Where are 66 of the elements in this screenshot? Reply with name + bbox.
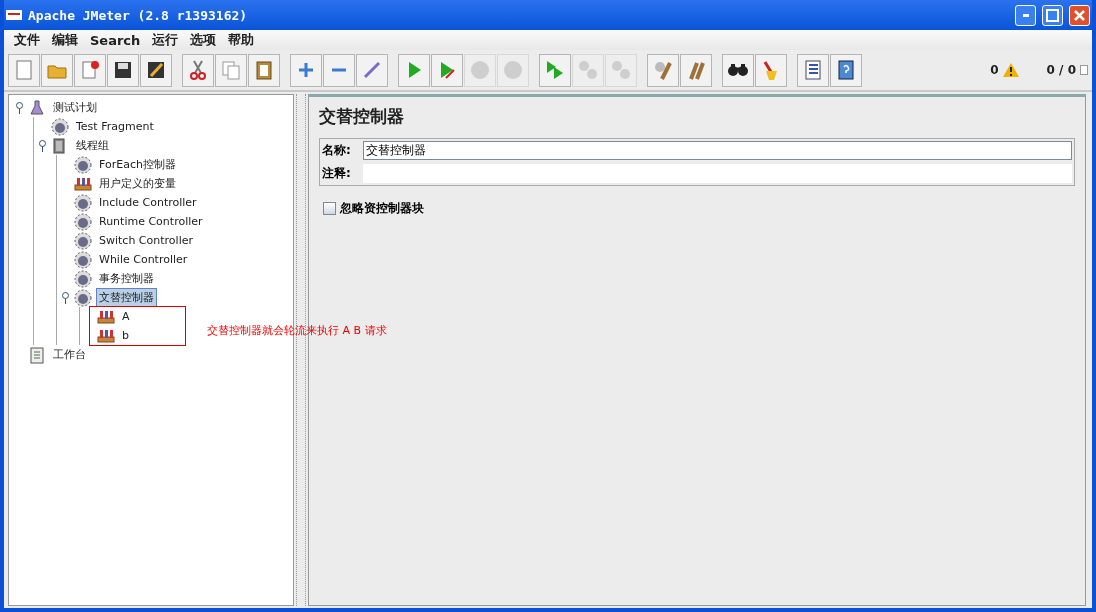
- menu-item[interactable]: 选项: [184, 31, 223, 49]
- maximize-button[interactable]: [1042, 4, 1063, 26]
- status-indicator-icon: [1080, 65, 1088, 75]
- tree-item[interactable]: Include Controller: [96, 194, 200, 211]
- flask-icon: [28, 98, 46, 117]
- tree-item[interactable]: 用户定义的变量: [96, 174, 179, 193]
- gear-icon: [74, 269, 92, 288]
- toolbar-button[interactable]: [107, 53, 139, 87]
- copy-icon: [220, 59, 242, 81]
- gear-icon: [74, 250, 92, 269]
- tree-item[interactable]: 测试计划: [50, 98, 100, 117]
- tree-item[interactable]: 线程组: [73, 136, 112, 155]
- toolbar-button[interactable]: [797, 53, 829, 87]
- toolbar-button[interactable]: [722, 53, 754, 87]
- menu-item[interactable]: 运行: [146, 31, 185, 49]
- menu-item[interactable]: 编辑: [46, 31, 84, 49]
- gear-icon: [74, 193, 92, 212]
- tree-item[interactable]: 事务控制器: [96, 269, 157, 288]
- tree-item[interactable]: While Controller: [96, 251, 191, 268]
- app-icon: [6, 10, 22, 20]
- window-title: Apache JMeter (2.8 r1393162): [28, 7, 249, 23]
- close-button[interactable]: [1069, 4, 1090, 26]
- panel-title: 交替控制器: [319, 105, 405, 128]
- menu-item[interactable]: 帮助: [222, 31, 261, 49]
- tree-item[interactable]: Test Fragment: [73, 118, 157, 135]
- expanded-toggle-icon[interactable]: [61, 291, 70, 304]
- name-field[interactable]: 交替控制器: [363, 141, 1072, 160]
- warning-icon: [1002, 63, 1019, 77]
- expanded-toggle-icon[interactable]: [38, 139, 47, 152]
- scissors-icon: [187, 59, 209, 81]
- error-count: 0: [990, 63, 999, 77]
- gear-icon: [51, 117, 69, 136]
- close-document-icon: [79, 59, 101, 81]
- binoculars-icon: [727, 63, 749, 77]
- tree-item[interactable]: Runtime Controller: [96, 213, 206, 230]
- menu-item[interactable]: Search: [84, 32, 147, 48]
- menu-item[interactable]: 文件: [8, 31, 46, 49]
- close-icon: [1074, 9, 1085, 21]
- gear-icon: [74, 288, 92, 307]
- expanded-toggle-icon[interactable]: [15, 101, 24, 114]
- gear-icon: [74, 231, 92, 250]
- minimize-icon: [1022, 13, 1029, 17]
- minimize-button[interactable]: [1015, 4, 1036, 26]
- gear-icon: [74, 212, 92, 231]
- minus-icon: [331, 67, 347, 73]
- list-icon: [802, 59, 824, 81]
- tree-item[interactable]: ForEach控制器: [96, 155, 179, 174]
- tree-item[interactable]: b: [119, 327, 132, 344]
- help-book-icon: [835, 59, 857, 81]
- name-label: 名称:: [322, 142, 352, 159]
- tree-item[interactable]: A: [119, 308, 133, 325]
- wand-icon: [361, 59, 383, 81]
- thread-count: 0 / 0: [1046, 63, 1076, 77]
- maximize-icon: [1046, 8, 1059, 22]
- annotation-text: 交替控制器就会轮流来执行 A B 请求: [207, 323, 387, 338]
- clipboard-icon: [253, 59, 275, 81]
- comment-label: 注释:: [322, 165, 352, 182]
- checkbox[interactable]: [323, 202, 336, 215]
- tree-item[interactable]: Switch Controller: [96, 232, 196, 249]
- clipboard-icon: [28, 345, 46, 364]
- tree-item[interactable]: 工作台: [50, 345, 89, 364]
- checkbox-label: 忽略资控制器块: [340, 200, 424, 217]
- toolbar-button[interactable]: [140, 53, 172, 87]
- gear-icon: [74, 155, 92, 174]
- toolbar-button[interactable]: [830, 53, 862, 87]
- new-document-icon: [13, 59, 35, 81]
